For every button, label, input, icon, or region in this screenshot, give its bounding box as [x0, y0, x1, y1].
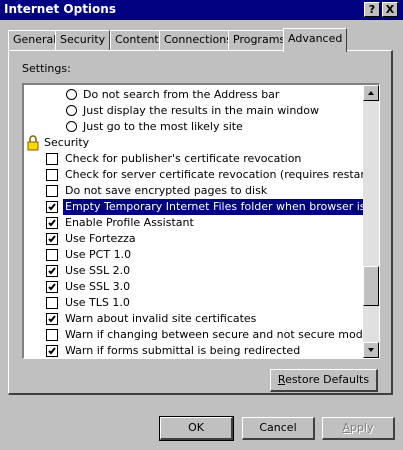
checkbox[interactable]: [46, 249, 58, 261]
list-item-label: Warn if forms submittal is being redirec…: [65, 344, 301, 357]
scroll-down-button[interactable]: [363, 342, 379, 358]
tab-programs[interactable]: Programs: [228, 30, 291, 50]
settings-label: Settings:: [22, 62, 71, 75]
list-item[interactable]: Empty Temporary Internet Files folder wh…: [24, 198, 379, 216]
list-item-label: Security: [44, 136, 90, 149]
list-item-label: Use PCT 1.0: [65, 248, 132, 261]
settings-list[interactable]: Do not search from the Address bar Just d…: [22, 83, 380, 359]
vertical-scrollbar[interactable]: [363, 85, 379, 358]
list-item-label: Do not search from the Address bar: [83, 88, 280, 101]
tab-security[interactable]: Security: [55, 30, 111, 50]
list-item[interactable]: Check for server certificate revocation …: [24, 167, 374, 183]
checkmark-icon: [48, 219, 56, 227]
apply-button[interactable]: Apply: [322, 417, 395, 440]
list-item[interactable]: Use Fortezza: [24, 231, 362, 247]
list-item-label: Use SSL 3.0: [65, 280, 131, 293]
ok-button[interactable]: OK: [159, 416, 234, 441]
radio-button[interactable]: [66, 121, 77, 132]
list-item-label: Just display the results in the main win…: [83, 104, 319, 117]
arrow-up-icon: [368, 91, 374, 95]
apply-accel: A: [342, 421, 350, 434]
checkbox[interactable]: [46, 265, 58, 277]
radio-button[interactable]: [66, 105, 77, 116]
scroll-thumb[interactable]: [363, 265, 379, 306]
list-item[interactable]: Use TLS 1.0: [24, 295, 362, 311]
checkbox[interactable]: [46, 297, 58, 309]
tab-content[interactable]: Content: [110, 30, 164, 50]
checkmark-icon: [48, 315, 56, 323]
lock-icon: [26, 135, 40, 151]
checkbox[interactable]: [46, 345, 58, 357]
checkmark-icon: [48, 267, 56, 275]
arrow-down-icon: [368, 348, 374, 352]
category-row: Security: [24, 135, 362, 151]
restore-defaults-accel: R: [277, 373, 286, 386]
list-item[interactable]: Enable Profile Assistant: [24, 215, 362, 231]
list-item[interactable]: Use SSL 3.0: [24, 279, 362, 295]
list-item[interactable]: Warn if changing between secure and not …: [24, 327, 369, 343]
checkmark-icon: [48, 283, 56, 291]
checkmark-icon: [48, 347, 56, 355]
tab-advanced[interactable]: Advanced: [283, 28, 348, 52]
radio-button[interactable]: [66, 89, 77, 100]
list-item-label: Do not save encrypted pages to disk: [65, 184, 268, 197]
list-item-label: Check for publisher's certificate revoca…: [65, 152, 302, 165]
list-item-label: Check for server certificate revocation …: [65, 168, 374, 181]
list-item-label: Just go to the most likely site: [83, 120, 243, 133]
list-item[interactable]: Use PCT 1.0: [24, 247, 362, 263]
list-item[interactable]: Use SSL 2.0: [24, 263, 362, 279]
checkbox[interactable]: [46, 169, 58, 181]
help-button[interactable]: ?: [364, 2, 380, 17]
list-item[interactable]: Just go to the most likely site: [24, 119, 362, 135]
checkmark-icon: [48, 203, 56, 211]
list-item-label: Enable Profile Assistant: [65, 216, 194, 229]
list-item[interactable]: Just display the results in the main win…: [24, 103, 362, 119]
checkbox[interactable]: [46, 217, 58, 229]
scroll-up-button[interactable]: [363, 85, 379, 101]
list-item-label: Empty Temporary Internet Files folder wh…: [61, 198, 379, 216]
list-item[interactable]: Check for publisher's certificate revoca…: [24, 151, 362, 167]
window-title: Internet Options: [4, 2, 116, 16]
checkbox[interactable]: [46, 201, 58, 213]
restore-defaults-label: estore Defaults: [285, 373, 370, 386]
checkbox[interactable]: [46, 313, 58, 325]
list-item[interactable]: Warn about invalid site certificates: [24, 311, 362, 327]
checkbox[interactable]: [46, 281, 58, 293]
title-bar[interactable]: Internet Options ? X: [0, 0, 403, 20]
checkbox[interactable]: [46, 233, 58, 245]
checkmark-icon: [48, 235, 56, 243]
cancel-button[interactable]: Cancel: [242, 417, 315, 440]
restore-defaults-button[interactable]: Restore Defaults: [270, 369, 378, 392]
list-item-label: Warn about invalid site certificates: [65, 312, 257, 325]
list-item-label: Warn if changing between secure and not …: [65, 328, 370, 341]
list-item-label: Use Fortezza: [65, 232, 136, 245]
list-item[interactable]: Do not search from the Address bar: [24, 87, 362, 103]
tab-general[interactable]: General: [8, 30, 62, 50]
list-item[interactable]: Do not save encrypted pages to disk: [24, 183, 362, 199]
list-item-label: Use SSL 2.0: [65, 264, 131, 277]
checkbox[interactable]: [46, 153, 58, 165]
apply-label: pply: [350, 421, 374, 434]
close-button[interactable]: X: [382, 2, 398, 17]
checkbox[interactable]: [46, 329, 58, 341]
list-item-label: Use TLS 1.0: [65, 296, 130, 309]
list-item[interactable]: Warn if forms submittal is being redirec…: [24, 343, 362, 358]
tab-connections[interactable]: Connections: [159, 30, 237, 50]
checkbox[interactable]: [46, 185, 58, 197]
